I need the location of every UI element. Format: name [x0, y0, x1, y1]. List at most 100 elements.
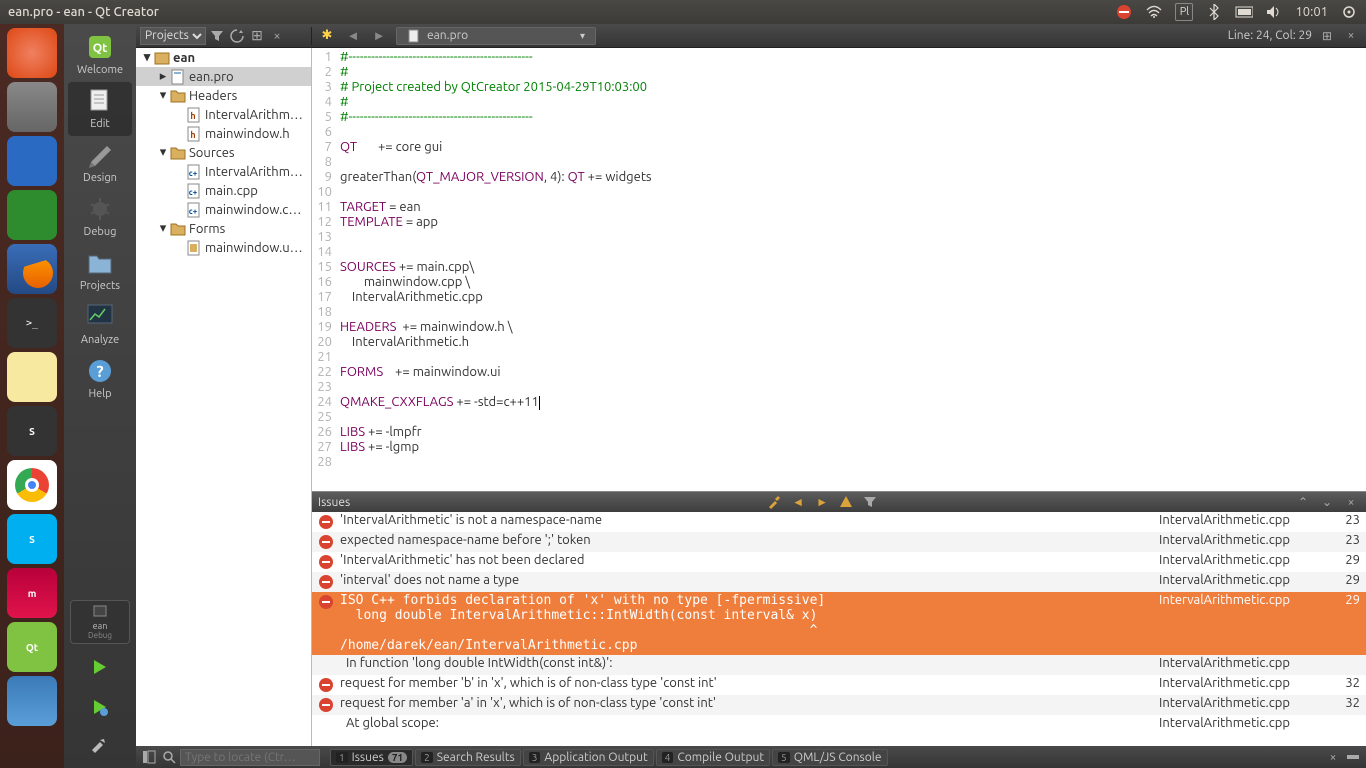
progress-icon[interactable]	[1344, 748, 1362, 766]
output-tab-issues[interactable]: 1 Issues 71	[330, 749, 413, 766]
forward-icon[interactable]: ►	[370, 27, 388, 45]
split-icon[interactable]: ⊞	[248, 27, 266, 45]
code-editor[interactable]: 1234567891011121314151617181920212223242…	[312, 48, 1366, 491]
close-issues-icon[interactable]: ×	[1342, 493, 1360, 511]
output-tab-compile-output[interactable]: 4 Compile Output	[656, 749, 770, 766]
issues-list[interactable]: 'IntervalArithmetic' is not a namespace-…	[312, 512, 1366, 746]
run-button[interactable]	[86, 654, 114, 682]
error-icon	[318, 554, 334, 570]
issue-row[interactable]: request for member 'a' in 'x', which is …	[312, 695, 1366, 715]
issue-row[interactable]: In function 'long double IntWidth(const …	[312, 655, 1366, 675]
tree-eanpro[interactable]: ▸ean.pro	[136, 67, 311, 86]
issue-row[interactable]: expected namespace-name before ';' token…	[312, 532, 1366, 552]
file-icon	[170, 221, 186, 237]
error-icon	[318, 534, 334, 550]
sync-icon[interactable]	[228, 27, 246, 45]
mode-edit[interactable]: Edit	[68, 82, 132, 136]
launcher-qtcreator[interactable]: Qt	[7, 622, 57, 672]
tree-twisty[interactable]: ▸	[156, 70, 170, 84]
bluetooth-icon[interactable]	[1205, 3, 1223, 21]
filter-issues-icon[interactable]	[861, 493, 879, 511]
launcher-libreoffice-calc[interactable]	[7, 190, 57, 240]
tree-IntervalArithm[interactable]: c+IntervalArithm…	[136, 162, 311, 181]
launcher-gravit[interactable]	[7, 676, 57, 726]
mode-projects[interactable]: Projects	[68, 244, 132, 298]
tree-IntervalArithm[interactable]: hIntervalArithm…	[136, 105, 311, 124]
issue-row[interactable]: 'IntervalArithmetic' has not been declar…	[312, 552, 1366, 572]
launcher-skype[interactable]: S	[7, 514, 57, 564]
bottom-bar: 1 Issues 712 Search Results3 Application…	[136, 746, 1366, 768]
error-icon	[318, 697, 334, 713]
tree-ean[interactable]: ▾ean	[136, 48, 311, 67]
unity-launcher: >_ S SmQt	[0, 24, 64, 768]
issue-row[interactable]: request for member 'b' in 'x', which is …	[312, 675, 1366, 695]
issue-row[interactable]: At global scope:IntervalArithmetic.cpp	[312, 715, 1366, 735]
launcher-chrome[interactable]	[7, 460, 57, 510]
mode-welcome[interactable]: QtWelcome	[68, 28, 132, 82]
launcher-firefox[interactable]	[7, 244, 57, 294]
tree-maincpp[interactable]: c+main.cpp	[136, 181, 311, 200]
mode-help[interactable]: ?Help	[68, 352, 132, 406]
gear-icon[interactable]	[1340, 3, 1358, 21]
tree-twisty[interactable]: ▾	[156, 222, 170, 236]
mode-debug[interactable]: Debug	[68, 190, 132, 244]
tree-Forms[interactable]: ▾Forms	[136, 219, 311, 238]
launcher-libreoffice-writer[interactable]	[7, 136, 57, 186]
battery-icon[interactable]	[1235, 3, 1253, 21]
launcher-miktex[interactable]: m	[7, 568, 57, 618]
prev-issue-icon[interactable]: ◄	[789, 493, 807, 511]
tree-mainwindowh[interactable]: hmainwindow.h	[136, 124, 311, 143]
close-output-icon[interactable]: ×	[1324, 748, 1342, 766]
mode-design[interactable]: Design	[68, 136, 132, 190]
kit-selector[interactable]: eanDebug	[70, 600, 130, 644]
issue-row[interactable]: ISO C++ forbids declaration of 'x' with …	[312, 592, 1366, 655]
toggle-sidebar-icon[interactable]	[140, 748, 158, 766]
output-tab-qml-js-console[interactable]: 5 QML/JS Console	[772, 749, 888, 766]
launcher-text-editor[interactable]	[7, 352, 57, 402]
open-document-selector[interactable]: ean.pro ▾	[396, 27, 596, 45]
editor-close-icon[interactable]: ×	[1342, 27, 1360, 45]
minimize-icon[interactable]: ⌃	[1294, 493, 1312, 511]
hammer-icon[interactable]	[765, 493, 783, 511]
sidebar-view-selector[interactable]: Projects	[140, 27, 206, 45]
maximize-icon[interactable]: ⌄	[1318, 493, 1336, 511]
tree-mainwindowu[interactable]: mainwindow.u…	[136, 238, 311, 257]
next-issue-icon[interactable]: ►	[813, 493, 831, 511]
tree-twisty[interactable]: ▾	[156, 89, 170, 103]
launcher-ubuntu-dash[interactable]	[7, 28, 57, 78]
chevron-down-icon: ▾	[580, 30, 585, 42]
locator-icon[interactable]	[160, 748, 178, 766]
tree-Headers[interactable]: ▾Headers	[136, 86, 311, 105]
close-split-icon[interactable]: ×	[268, 27, 286, 45]
clock[interactable]: 10:01	[1295, 5, 1328, 19]
issue-row[interactable]: 'IntervalArithmetic' is not a namespace-…	[312, 512, 1366, 532]
line-col-indicator[interactable]: Line: 24, Col: 29	[1228, 29, 1312, 42]
tree-Sources[interactable]: ▾Sources	[136, 143, 311, 162]
dirty-icon: ✱	[318, 27, 336, 45]
tree-twisty[interactable]: ▾	[156, 146, 170, 160]
file-icon: h	[186, 107, 202, 123]
launcher-files[interactable]	[7, 82, 57, 132]
tree-twisty[interactable]: ▾	[140, 51, 154, 65]
wifi-icon[interactable]	[1145, 3, 1163, 21]
editor-split-icon[interactable]: ⊞	[1318, 27, 1336, 45]
tree-mainwindowc[interactable]: c+mainwindow.c…	[136, 200, 311, 219]
build-button[interactable]	[86, 734, 114, 762]
error-icon	[318, 574, 334, 590]
run-debug-button[interactable]	[86, 694, 114, 722]
mode-analyze[interactable]: Analyze	[68, 298, 132, 352]
filter-icon[interactable]	[208, 27, 226, 45]
file-icon	[407, 29, 421, 43]
locator-input[interactable]	[180, 749, 320, 766]
launcher-sublime[interactable]: S	[7, 406, 57, 456]
warning-icon[interactable]	[837, 493, 855, 511]
keyboard-lang[interactable]: Pl	[1175, 3, 1193, 21]
output-tab-search-results[interactable]: 2 Search Results	[415, 749, 521, 766]
volume-icon[interactable]	[1265, 3, 1283, 21]
code-text[interactable]: #---------------------------------------…	[336, 48, 1366, 491]
file-icon	[170, 88, 186, 104]
output-tab-application-output[interactable]: 3 Application Output	[523, 749, 654, 766]
launcher-terminal[interactable]: >_	[7, 298, 57, 348]
back-icon[interactable]: ◄	[344, 27, 362, 45]
issue-row[interactable]: 'interval' does not name a typeIntervalA…	[312, 572, 1366, 592]
